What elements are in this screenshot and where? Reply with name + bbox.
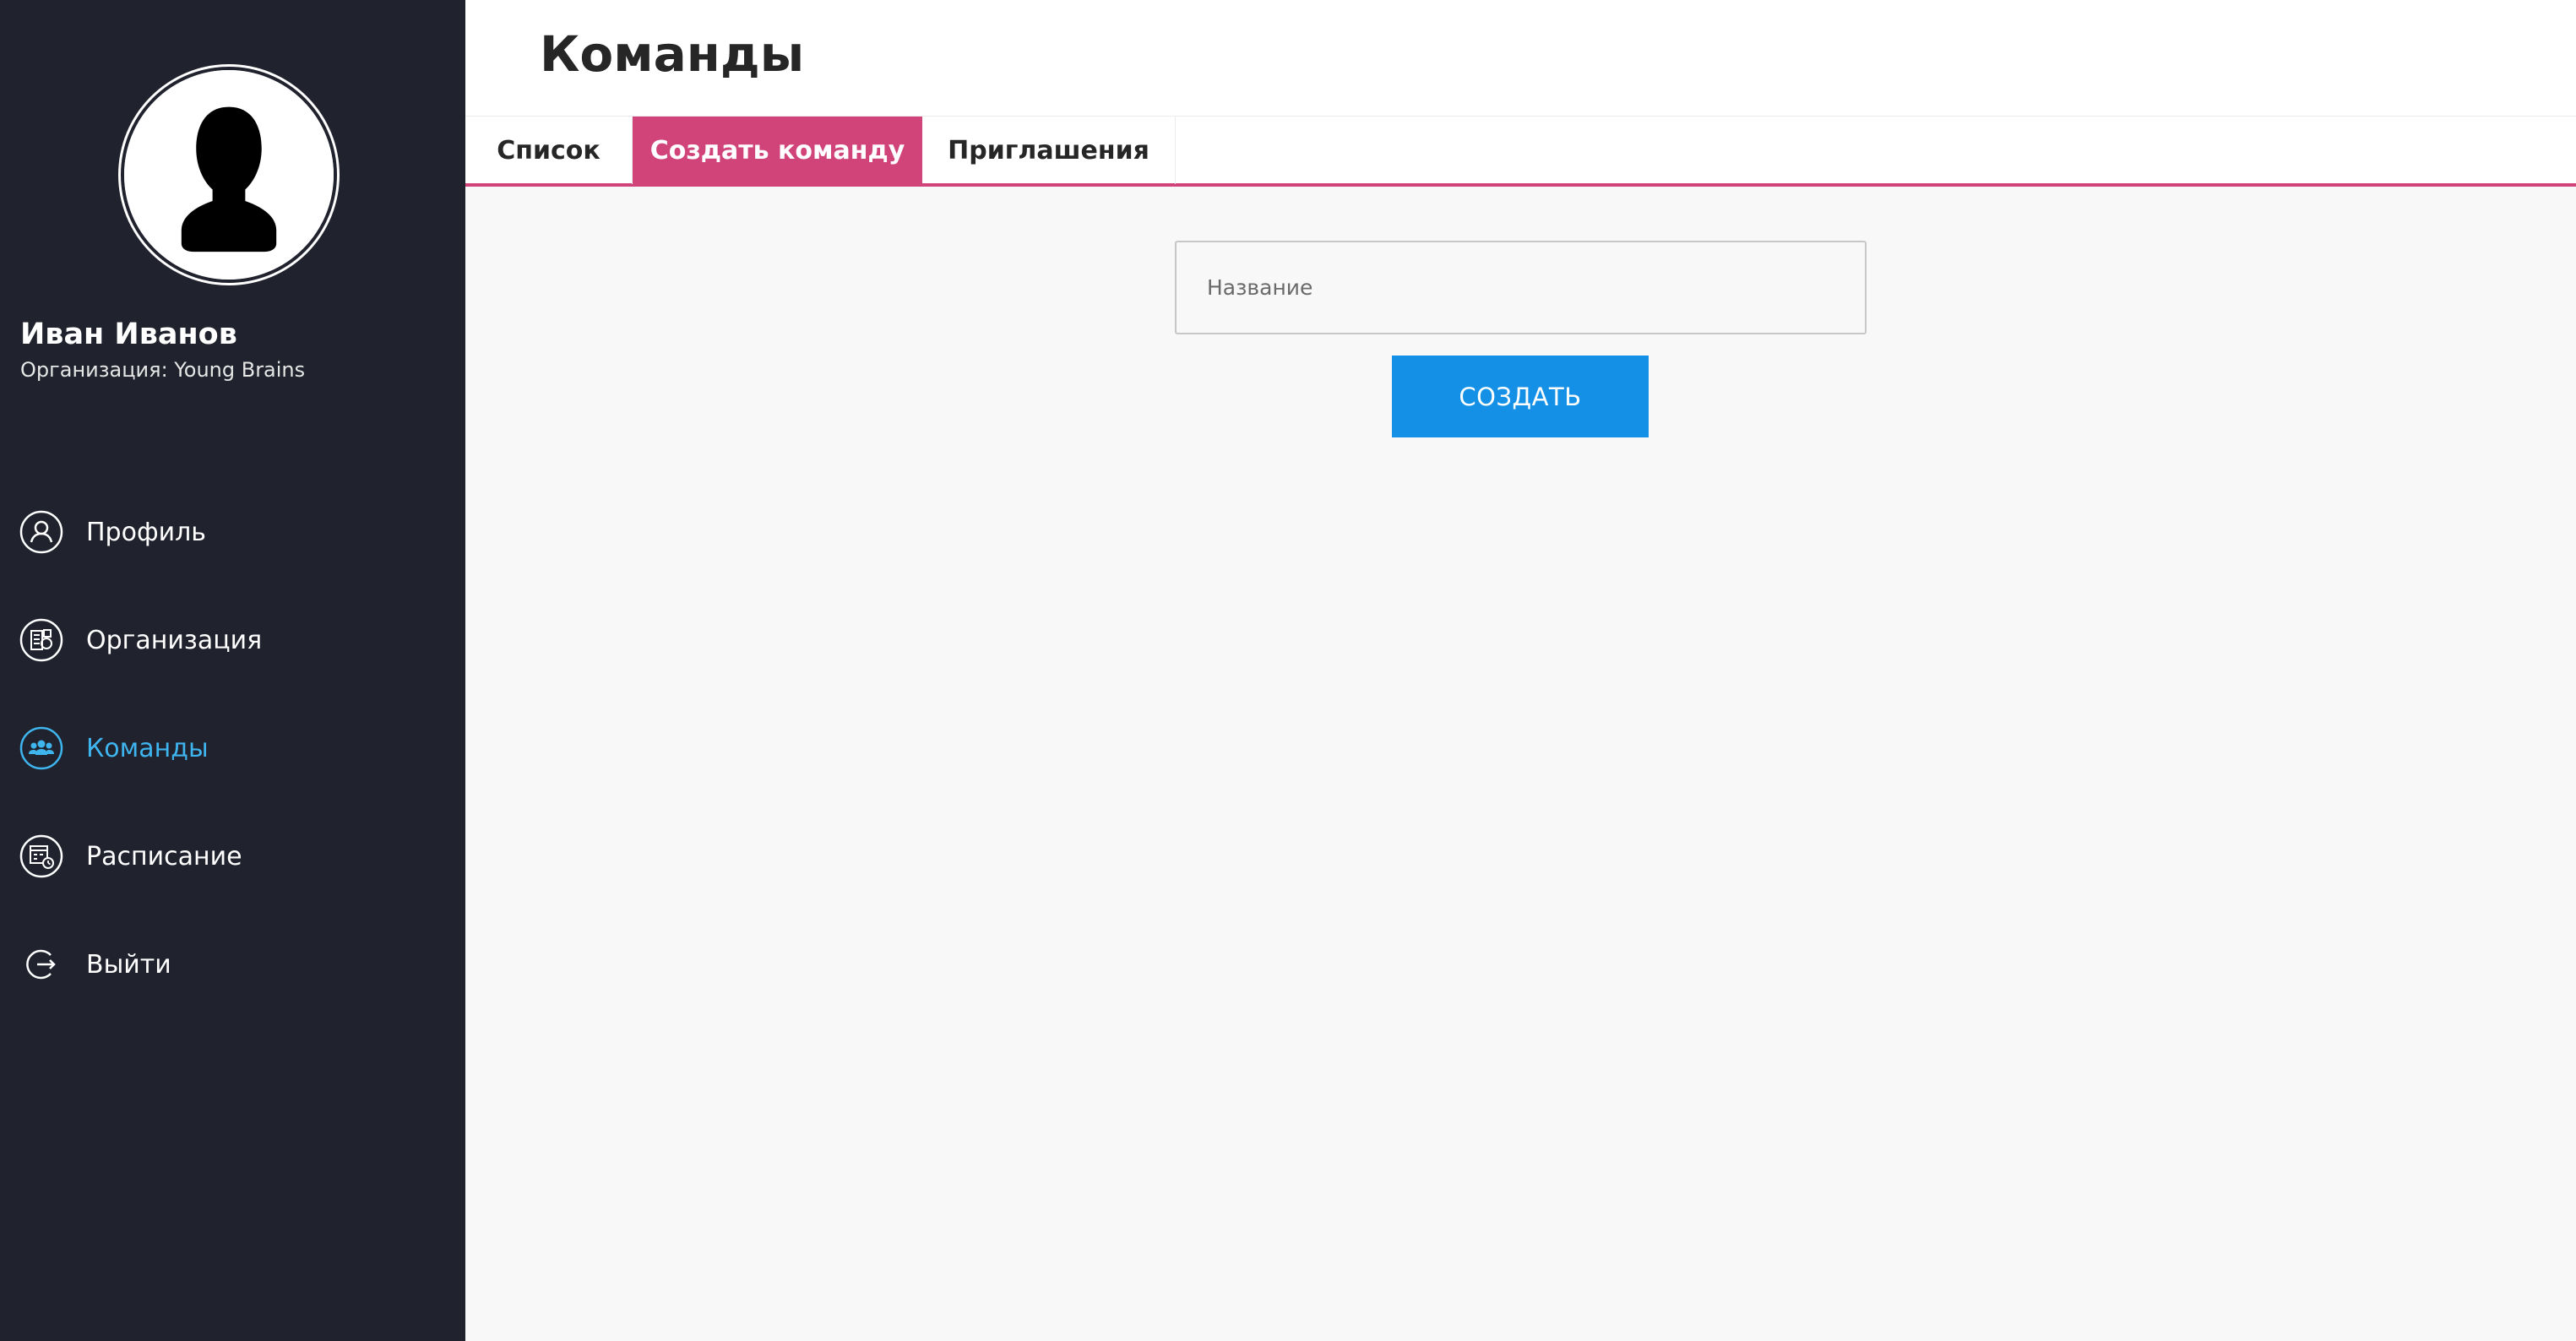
sidebar-item-schedule[interactable]: Расписание (19, 831, 242, 882)
sidebar-item-label: Выйти (86, 949, 171, 980)
organization-icon (19, 618, 63, 662)
tabs-bar: Список Создать команду Приглашения (465, 116, 2576, 187)
logout-icon (26, 949, 56, 980)
sidebar-item-organization[interactable]: Организация (19, 615, 262, 665)
avatar[interactable] (121, 67, 337, 283)
sidebar-item-label: Организация (86, 625, 263, 655)
user-silhouette-icon (124, 70, 334, 280)
user-name: Иван Иванов (20, 318, 237, 351)
sidebar-item-teams[interactable]: Команды (19, 723, 209, 774)
team-name-input[interactable] (1175, 241, 1867, 334)
sidebar-item-logout[interactable]: Выйти (19, 939, 171, 990)
user-organization: Организация: Young Brains (20, 358, 306, 382)
create-team-button[interactable]: СОЗДАТЬ (1392, 356, 1649, 437)
user-icon (19, 510, 63, 554)
tab-invitations[interactable]: Приглашения (922, 117, 1176, 184)
tab-list[interactable]: Список (465, 117, 633, 184)
calendar-icon (19, 834, 63, 878)
page-header: Команды (465, 0, 2576, 116)
sidebar-item-label: Расписание (86, 841, 242, 871)
team-icon (19, 726, 63, 770)
page-title: Команды (540, 25, 805, 83)
sidebar-item-label: Команды (86, 733, 209, 763)
tab-create-team[interactable]: Создать команду (633, 117, 922, 184)
main-content: Команды Список Создать команду Приглашен… (465, 0, 2576, 1341)
sidebar: Иван Иванов Организация: Young Brains Пр… (0, 0, 465, 1341)
sidebar-item-label: Профиль (86, 517, 206, 547)
sidebar-item-profile[interactable]: Профиль (19, 507, 206, 557)
